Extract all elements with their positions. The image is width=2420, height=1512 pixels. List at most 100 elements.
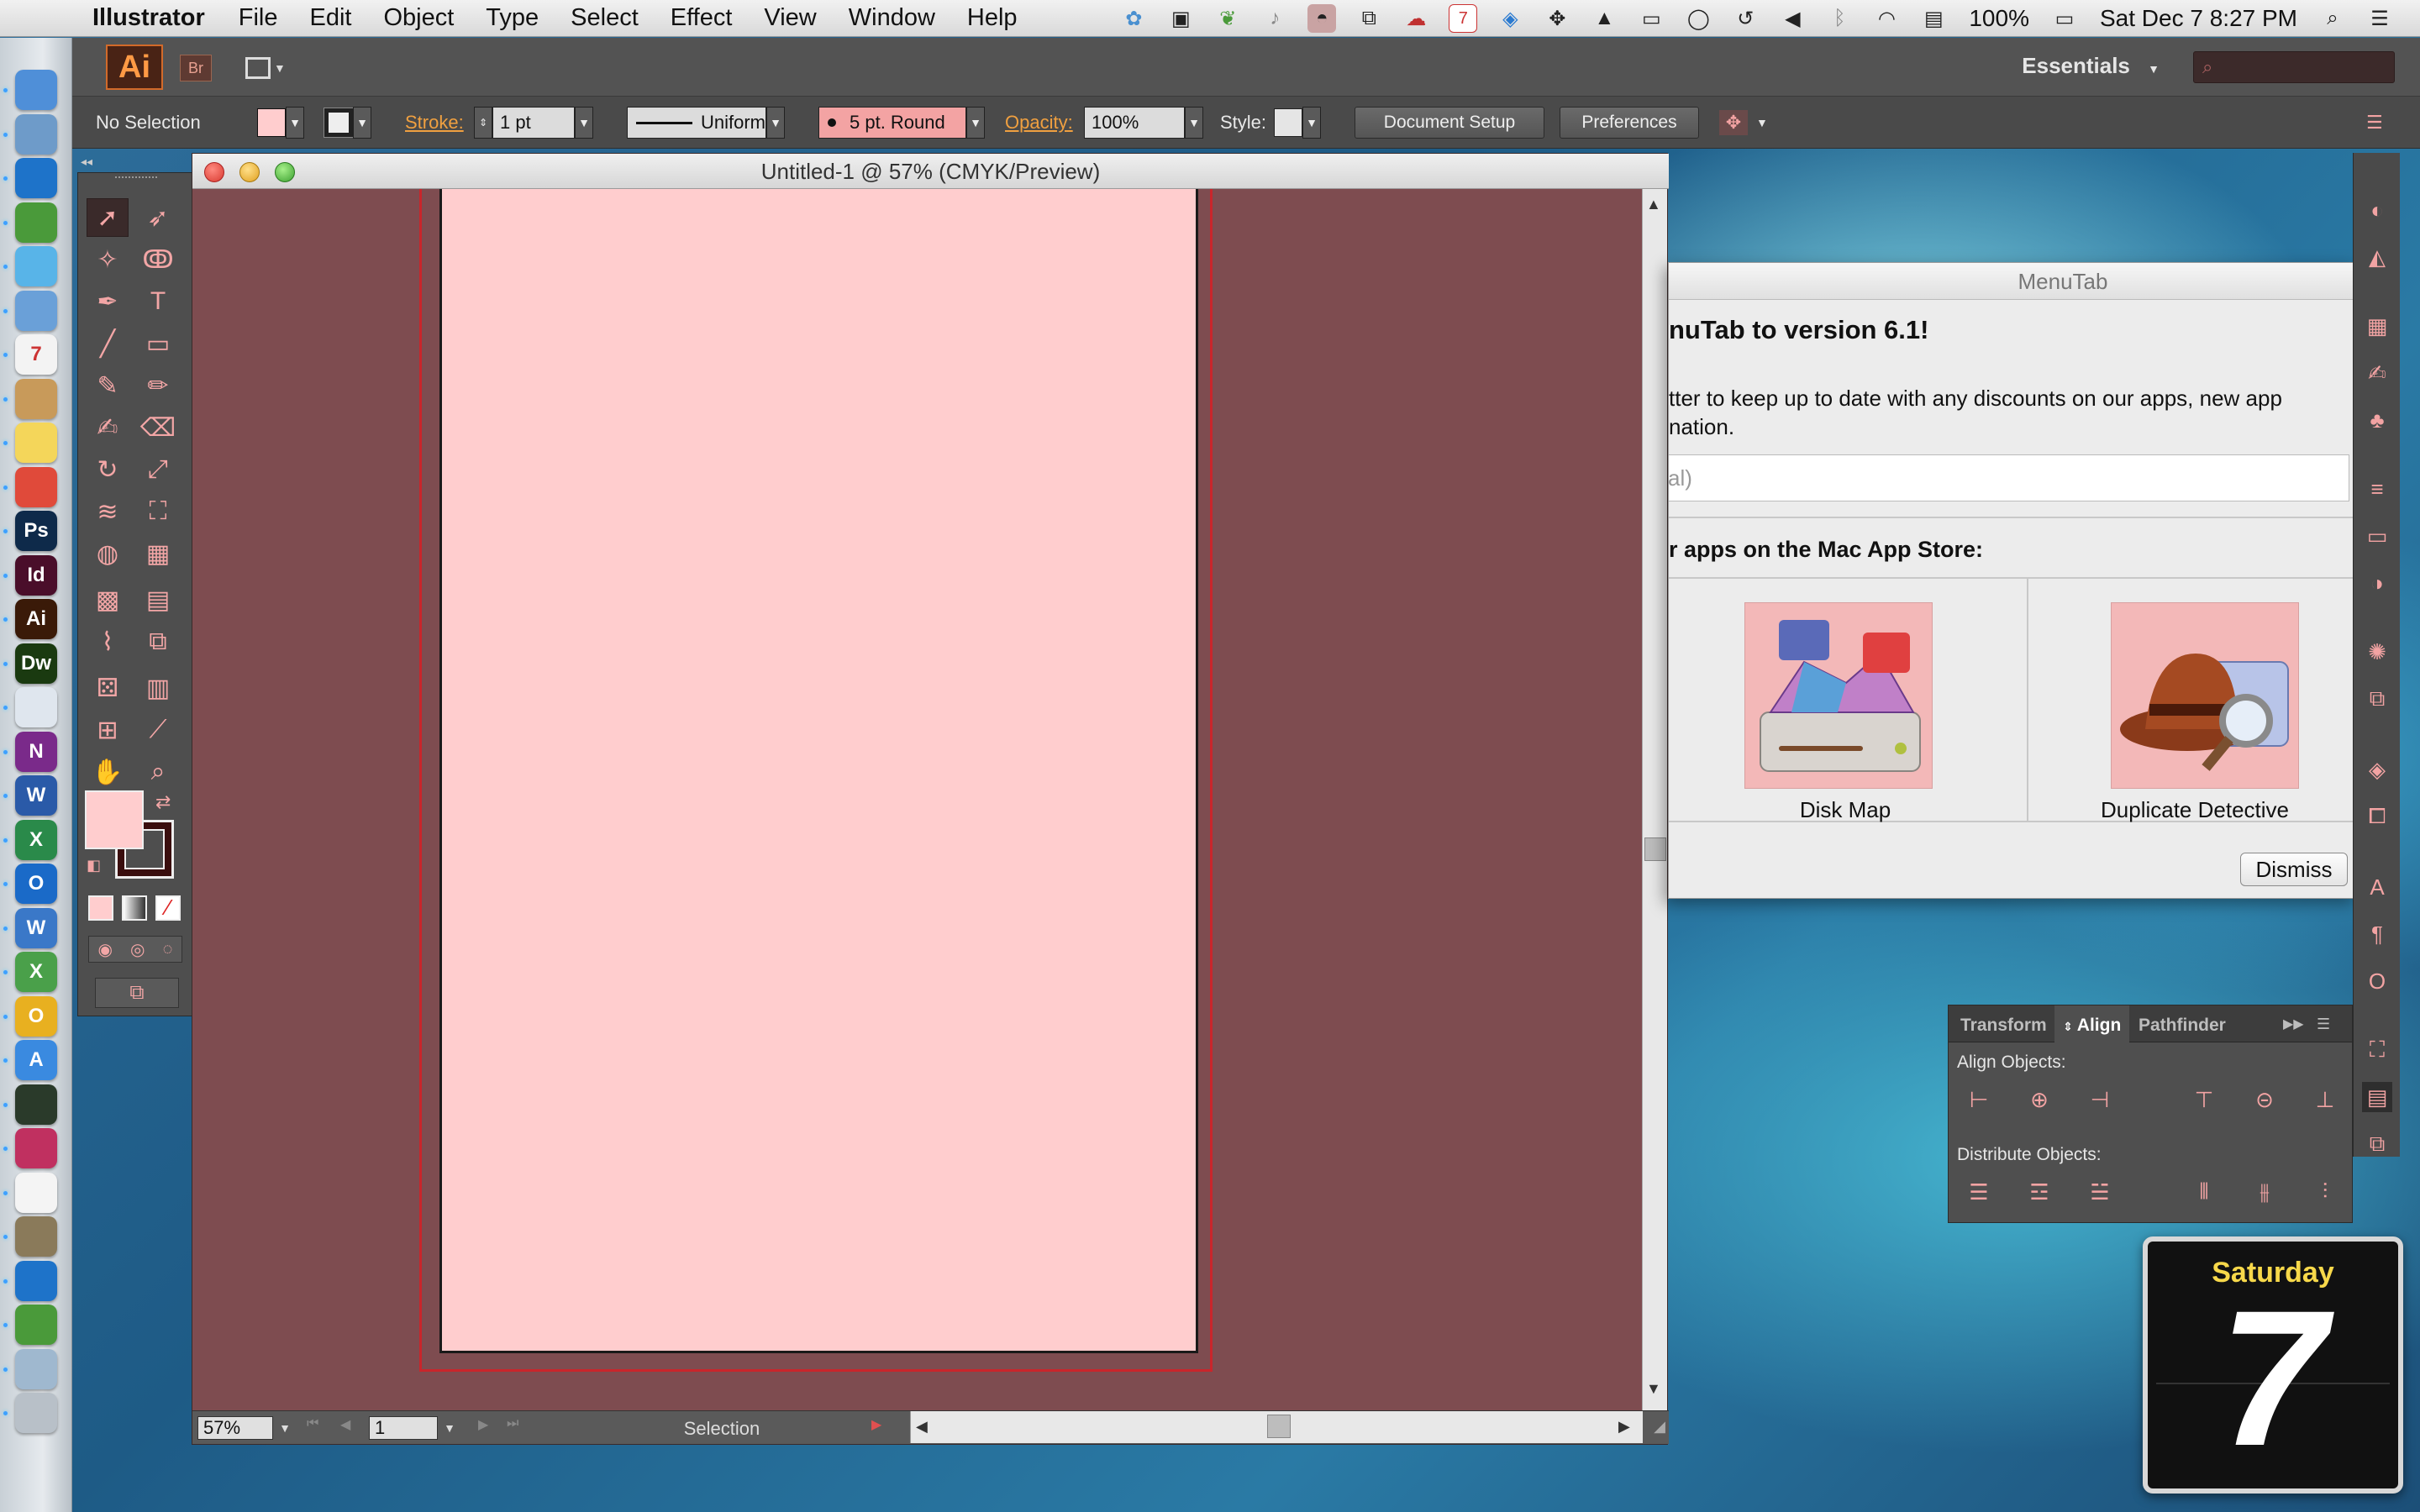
horizontal-scroll-thumb[interactable] [1267,1415,1291,1438]
dock-disk-util-icon[interactable] [15,1216,57,1257]
stroke-panel-icon[interactable]: ≡ [2362,474,2392,504]
volume-icon[interactable]: ◀ [1778,4,1807,33]
zoom-window-icon[interactable] [275,162,295,182]
chevron-down-icon[interactable]: ▼ [575,107,593,139]
collapse-tools-icon[interactable]: ◂◂ [81,155,92,169]
align-horizontal-center-icon[interactable]: ⊕ [2023,1083,2056,1116]
stepper-icon[interactable]: ⇕ [474,107,492,139]
panel-menu-icon[interactable]: ☰ [2366,107,2383,139]
dock-illustrator-icon[interactable]: Ai [15,599,57,639]
default-colors-icon[interactable]: ◧ [87,857,101,874]
scroll-right-icon[interactable]: ▶ [1618,1418,1630,1436]
artboard[interactable] [439,189,1198,1353]
color-panel-icon[interactable]: ◐ [2362,195,2392,225]
scroll-left-icon[interactable]: ◀ [916,1418,928,1436]
google-drive-icon[interactable]: ▲ [1590,4,1618,33]
close-window-icon[interactable] [204,162,224,182]
graphic-style-dropdown[interactable]: ▼ [1274,107,1321,139]
opacity-input[interactable]: 100% [1084,107,1185,139]
status-bar-label[interactable]: Selection [554,1418,890,1440]
menutab-titlebar[interactable]: MenuTab [1669,263,2356,300]
sync-icon[interactable]: ✿ [1119,4,1148,33]
chevron-down-icon[interactable]: ▼ [1185,107,1203,139]
duplicate-detective-app-button[interactable] [2111,602,2299,789]
swatches-panel-icon[interactable]: ▦ [2362,311,2392,341]
symbols-panel-icon[interactable]: ♣ [2362,405,2392,435]
opacity-field[interactable]: 100% ▼ [1084,107,1203,139]
help-search-input[interactable]: ⌕ [2193,51,2395,83]
dock-trash-icon[interactable] [15,1393,57,1433]
dropbox-icon[interactable]: ✥ [1543,4,1571,33]
align-vertical-center-icon[interactable]: ⊝ [2248,1083,2281,1116]
dock-teamviewer2-icon[interactable] [15,1260,57,1301]
battery-percent[interactable]: 100% [1969,5,2029,32]
dock-automator2-icon[interactable] [15,1305,57,1345]
tab-transform[interactable]: Transform [1960,1016,2047,1036]
eyedropper-tool-icon[interactable]: ⌇ [87,622,129,661]
fill-swatch[interactable] [257,108,286,137]
menu-edit[interactable]: Edit [309,4,351,32]
layers-panel-icon[interactable]: ◈ [2362,754,2392,785]
dock-indesign-icon[interactable]: Id [15,554,57,596]
width-tool-icon[interactable]: ≋ [87,492,129,531]
distribute-left-icon[interactable]: ⫴ [2187,1175,2221,1209]
dock-photoshop-icon[interactable]: Ps [15,511,57,551]
menu-help[interactable]: Help [967,4,1018,32]
resize-grip-icon[interactable]: ◢ [1654,1418,1665,1436]
horizontal-scrollbar[interactable]: ◀ ▶ [910,1411,1643,1443]
dock-opera-icon[interactable]: O [15,995,57,1037]
draw-behind-icon[interactable]: ◎ [130,939,145,960]
chevron-down-icon[interactable]: ▼ [275,1416,295,1440]
scroll-down-icon[interactable]: ▼ [1646,1380,1661,1398]
draw-normal-icon[interactable]: ◉ [98,939,113,960]
tab-pathfinder[interactable]: Pathfinder [2139,1016,2226,1036]
paintbrush-tool-icon[interactable]: ✎ [87,366,129,405]
isolate-button[interactable]: ✥ ▼ [1719,107,1768,139]
status-menu-icon[interactable]: ▶ [871,1416,881,1433]
dropbox-alt-icon[interactable]: ◈ [1496,4,1524,33]
stroke-swatch-dropdown[interactable]: ▼ [324,107,371,139]
column-graph-tool-icon[interactable]: ▥ [137,669,179,707]
dock-dreamweaver-icon[interactable]: Dw [15,643,57,684]
dock-contacts-icon[interactable] [15,378,57,419]
artboards-panel-icon[interactable]: ⧠ [2362,801,2392,832]
opentype-panel-icon[interactable]: O [2362,966,2392,996]
chevron-down-icon[interactable]: ▼ [1302,107,1321,139]
rotate-tool-icon[interactable]: ↻ [87,450,129,489]
calendar-menu-icon[interactable]: 7 [1449,4,1478,33]
dock-safari-icon[interactable] [15,687,57,727]
menu-select[interactable]: Select [571,4,639,32]
airplay-icon[interactable]: ▭ [1637,4,1665,33]
clock[interactable]: Sat Dec 7 8:27 PM [2100,5,2297,32]
time-machine-icon[interactable]: ↺ [1731,4,1760,33]
pencil-tool-icon[interactable]: ✏ [137,366,179,405]
duplicate-detective-label[interactable]: Duplicate Detective [2032,797,2356,823]
dock-chrome-icon[interactable] [15,466,57,507]
dock-launchpad-icon[interactable] [15,1172,57,1213]
stroke-label[interactable]: Stroke: [405,107,464,139]
gradient-panel-icon[interactable]: ▭ [2362,521,2392,551]
brush-definition[interactable]: 5 pt. Round ▼ [818,107,985,139]
dock-activity-monitor-icon[interactable] [15,1084,57,1125]
next-artboard-icon[interactable]: ▶ [478,1416,488,1433]
brushes-panel-icon[interactable]: ✍ [2362,358,2392,388]
calendar-widget[interactable]: Saturday 7 [2143,1236,2403,1494]
blend-tool-icon[interactable]: ⧉ [137,622,179,661]
paragraph-panel-icon[interactable]: ¶ [2362,919,2392,949]
scroll-up-icon[interactable]: ▲ [1646,196,1661,213]
dock-migration-icon[interactable] [15,113,57,155]
expand-panel-icon[interactable]: ▶▶ [2283,1016,2304,1032]
distribute-vertical-center-icon[interactable]: ☲ [2023,1175,2056,1209]
transform-panel-icon[interactable]: ⛶ [2362,1035,2392,1065]
type-tool-icon[interactable]: T [137,282,179,321]
align-left-icon[interactable]: ⊢ [1962,1083,1996,1116]
menu-view[interactable]: View [764,4,816,32]
pathfinder-panel-icon[interactable]: ⧉ [2362,1129,2392,1159]
fill-swatch-dropdown[interactable]: ▼ [257,107,304,139]
chevron-down-icon[interactable]: ▼ [766,107,785,139]
opacity-label[interactable]: Opacity: [1005,107,1073,139]
screen-mode-icon[interactable]: ⧉ [95,978,179,1008]
stroke-weight-input[interactable]: 1 pt [492,107,575,139]
align-top-icon[interactable]: ⊤ [2187,1083,2221,1116]
first-artboard-icon[interactable]: ⏮ [307,1416,318,1431]
